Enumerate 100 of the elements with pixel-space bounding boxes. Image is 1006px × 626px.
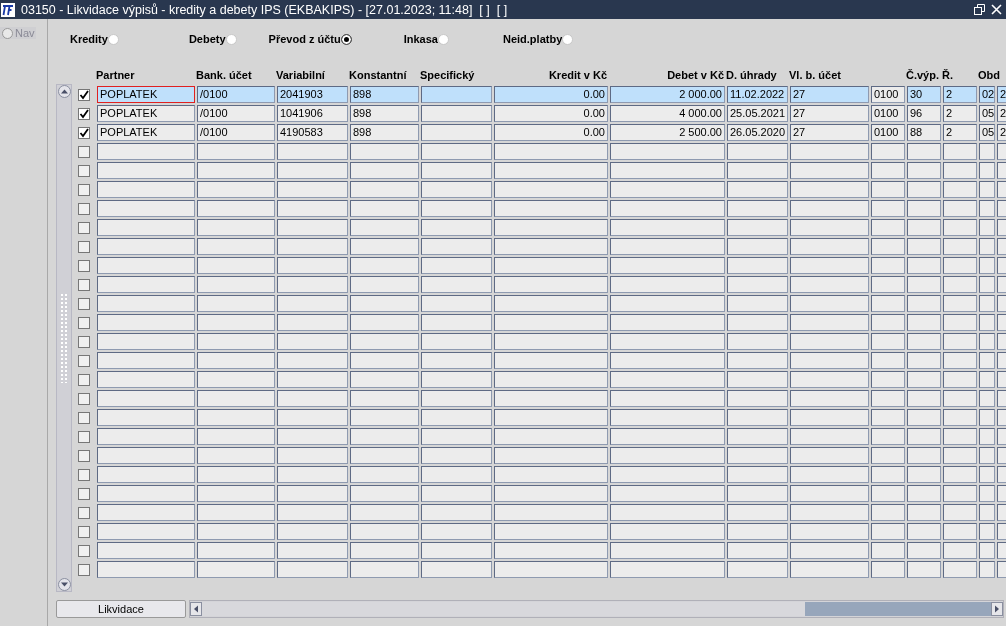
table-cell[interactable] — [421, 447, 492, 464]
table-cell[interactable] — [943, 352, 977, 369]
table-cell[interactable] — [790, 200, 869, 217]
table-cell[interactable] — [277, 219, 348, 236]
table-cell[interactable] — [907, 542, 941, 559]
row-checkbox[interactable] — [78, 202, 90, 215]
table-cell[interactable] — [197, 238, 275, 255]
table-cell[interactable] — [871, 504, 905, 521]
table-cell[interactable] — [610, 314, 725, 331]
table-cell[interactable] — [907, 276, 941, 293]
table-cell[interactable] — [97, 219, 195, 236]
table-cell[interactable] — [494, 485, 608, 502]
table-cell[interactable] — [494, 143, 608, 160]
table-cell[interactable] — [727, 295, 788, 312]
table-cell[interactable] — [421, 371, 492, 388]
table-cell[interactable] — [421, 333, 492, 350]
table-cell[interactable] — [907, 219, 941, 236]
table-cell[interactable]: 30 — [907, 86, 941, 103]
table-cell[interactable] — [997, 523, 1006, 540]
table-cell[interactable] — [907, 257, 941, 274]
table-cell[interactable]: 26.05.2020 — [727, 124, 788, 141]
table-cell[interactable] — [871, 466, 905, 483]
table-cell[interactable]: 4 000.00 — [610, 105, 725, 122]
table-cell[interactable]: POPLATEK — [97, 105, 195, 122]
table-cell[interactable] — [943, 447, 977, 464]
table-cell[interactable] — [494, 447, 608, 464]
table-cell[interactable] — [997, 162, 1006, 179]
table-cell[interactable] — [421, 181, 492, 198]
table-cell[interactable] — [943, 409, 977, 426]
table-cell[interactable] — [979, 181, 995, 198]
table-cell[interactable]: 2 500.00 — [610, 124, 725, 141]
table-cell[interactable] — [277, 485, 348, 502]
table-cell[interactable] — [727, 561, 788, 578]
table-cell[interactable] — [907, 162, 941, 179]
table-cell[interactable] — [197, 371, 275, 388]
table-cell[interactable] — [790, 561, 869, 578]
table-cell[interactable] — [197, 390, 275, 407]
vertical-scrollbar[interactable] — [56, 84, 72, 592]
filter-label[interactable]: Převod z účtu — [268, 33, 341, 45]
likvidace-button[interactable]: Likvidace — [56, 600, 186, 618]
table-cell[interactable]: 898 — [350, 124, 419, 141]
table-cell[interactable] — [277, 143, 348, 160]
table-cell[interactable] — [97, 390, 195, 407]
table-cell[interactable] — [277, 238, 348, 255]
table-cell[interactable] — [790, 542, 869, 559]
table-cell[interactable] — [871, 390, 905, 407]
row-checkbox[interactable] — [78, 316, 90, 329]
table-cell[interactable] — [277, 447, 348, 464]
table-cell[interactable] — [610, 504, 725, 521]
table-cell[interactable]: 27 — [790, 105, 869, 122]
table-cell[interactable] — [494, 371, 608, 388]
table-cell[interactable] — [907, 561, 941, 578]
table-cell[interactable] — [610, 276, 725, 293]
table-cell[interactable] — [871, 447, 905, 464]
table-cell[interactable]: 898 — [350, 86, 419, 103]
row-checkbox[interactable] — [78, 468, 90, 481]
table-cell[interactable] — [790, 409, 869, 426]
row-checkbox[interactable] — [78, 183, 90, 196]
table-cell[interactable] — [277, 352, 348, 369]
row-checkbox[interactable] — [78, 373, 90, 386]
table-cell[interactable] — [997, 485, 1006, 502]
table-cell[interactable]: 0.00 — [494, 105, 608, 122]
table-cell[interactable] — [997, 295, 1006, 312]
table-cell[interactable] — [350, 409, 419, 426]
table-cell[interactable] — [727, 200, 788, 217]
table-cell[interactable] — [871, 561, 905, 578]
table-cell[interactable] — [943, 390, 977, 407]
table-cell[interactable]: 2 — [943, 105, 977, 122]
table-cell[interactable]: 2 000.00 — [610, 86, 725, 103]
row-checkbox[interactable] — [78, 107, 90, 120]
table-cell[interactable]: 2 — [943, 86, 977, 103]
table-cell[interactable] — [871, 219, 905, 236]
table-cell[interactable] — [494, 200, 608, 217]
table-cell[interactable] — [421, 428, 492, 445]
table-cell[interactable] — [871, 428, 905, 445]
table-cell[interactable] — [350, 200, 419, 217]
table-cell[interactable] — [790, 390, 869, 407]
table-cell[interactable] — [871, 200, 905, 217]
filter-label[interactable]: Debety — [188, 33, 226, 45]
table-cell[interactable]: 96 — [907, 105, 941, 122]
table-cell[interactable] — [790, 504, 869, 521]
table-cell[interactable] — [421, 352, 492, 369]
table-cell[interactable] — [997, 238, 1006, 255]
table-cell[interactable]: 1041906 — [277, 105, 348, 122]
table-cell[interactable] — [421, 143, 492, 160]
table-cell[interactable] — [350, 485, 419, 502]
table-cell[interactable] — [350, 447, 419, 464]
table-cell[interactable] — [197, 200, 275, 217]
table-cell[interactable] — [790, 371, 869, 388]
restore-icon[interactable] — [974, 4, 985, 15]
table-cell[interactable] — [997, 466, 1006, 483]
table-cell[interactable] — [97, 314, 195, 331]
table-cell[interactable]: 2 — [997, 105, 1006, 122]
table-cell[interactable] — [494, 523, 608, 540]
horizontal-scrollbar[interactable] — [189, 600, 1004, 618]
table-cell[interactable] — [943, 485, 977, 502]
table-cell[interactable] — [997, 371, 1006, 388]
table-cell[interactable] — [97, 295, 195, 312]
table-cell[interactable] — [727, 542, 788, 559]
table-cell[interactable] — [790, 523, 869, 540]
